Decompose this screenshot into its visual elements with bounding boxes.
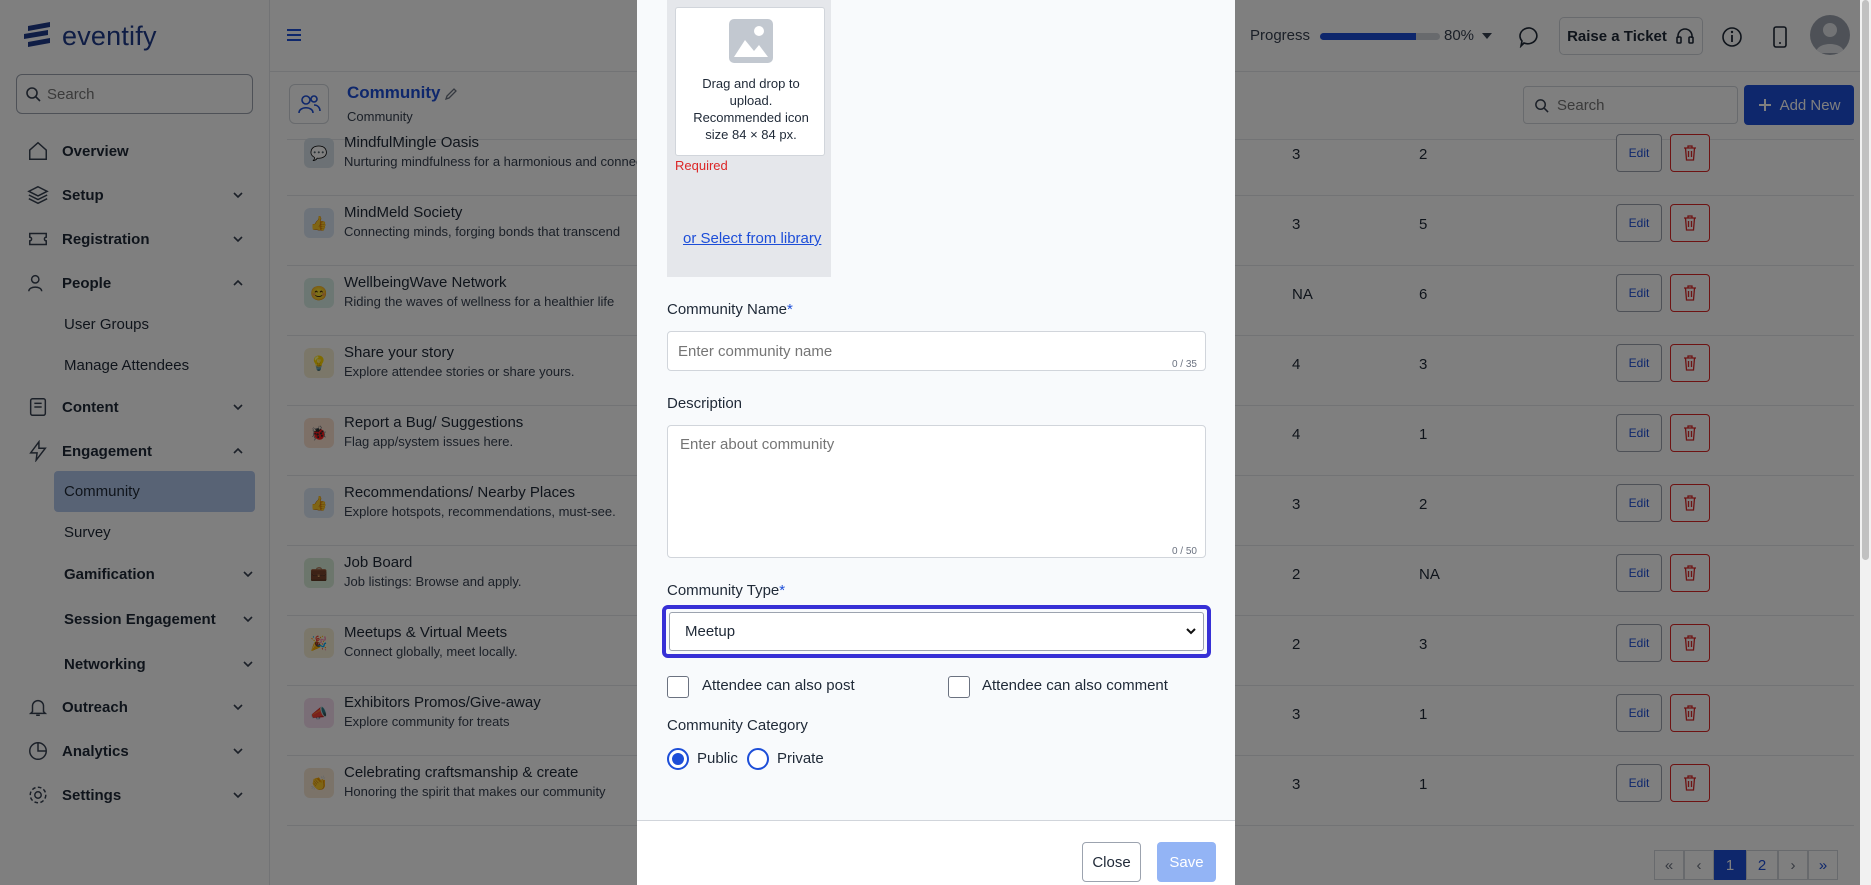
community-name-input[interactable] xyxy=(668,332,1205,370)
community-name-label-text: Community Name xyxy=(667,301,788,318)
close-button[interactable]: Close xyxy=(1082,842,1141,882)
image-placeholder-icon xyxy=(729,19,773,63)
upload-instructions: Drag and drop to upload. Recommended ico… xyxy=(693,76,809,142)
community-name-field[interactable]: 0 / 35 xyxy=(667,331,1206,371)
public-radio-label: Public xyxy=(697,750,738,767)
description-textarea[interactable] xyxy=(668,426,1205,557)
description-field[interactable]: 0 / 50 xyxy=(667,425,1206,558)
required-asterisk: * xyxy=(787,301,793,318)
icon-upload-panel: Drag and drop to upload. Recommended ico… xyxy=(667,0,831,277)
attendee-comment-label: Attendee can also comment xyxy=(982,677,1168,694)
community-type-value: Meetup xyxy=(685,623,736,640)
attendee-post-label: Attendee can also post xyxy=(702,677,855,694)
name-char-count: 0 / 35 xyxy=(1171,359,1197,370)
public-radio[interactable] xyxy=(667,748,689,770)
required-asterisk: * xyxy=(779,582,786,599)
private-radio[interactable] xyxy=(747,748,769,770)
attendee-post-checkbox[interactable] xyxy=(667,676,689,698)
chevron-down-icon xyxy=(1186,628,1196,635)
upload-required-error: Required xyxy=(675,158,728,173)
save-button-label: Save xyxy=(1169,853,1204,871)
add-community-modal: Drag and drop to upload. Recommended ico… xyxy=(637,0,1235,885)
community-category-label: Community Category xyxy=(667,717,808,734)
community-type-label-text: Community Type xyxy=(667,582,780,599)
community-type-select-focus-ring: Meetup xyxy=(662,605,1211,658)
private-radio-label: Private xyxy=(777,750,824,767)
modal-body: Drag and drop to upload. Recommended ico… xyxy=(637,0,1235,820)
radio-selected-dot xyxy=(672,753,684,765)
community-type-label: Community Type* xyxy=(667,582,785,599)
save-button[interactable]: Save xyxy=(1157,842,1216,882)
description-label: Description xyxy=(667,395,743,412)
select-from-library-link[interactable]: or Select from library xyxy=(675,228,825,249)
attendee-comment-checkbox[interactable] xyxy=(948,676,970,698)
description-char-count: 0 / 50 xyxy=(1171,546,1197,557)
icon-dropzone[interactable]: Drag and drop to upload. Recommended ico… xyxy=(675,7,825,156)
community-name-label: Community Name* xyxy=(667,301,793,318)
scrollbar-thumb[interactable] xyxy=(1862,0,1869,560)
community-type-select[interactable]: Meetup xyxy=(669,612,1204,651)
close-button-label: Close xyxy=(1092,853,1131,871)
modal-footer: Close Save xyxy=(637,820,1235,885)
